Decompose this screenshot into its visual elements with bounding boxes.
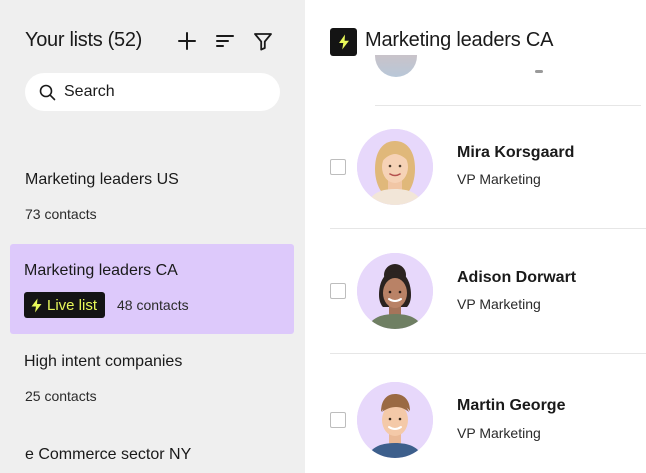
contact-row[interactable]: Martin George VP Marketing <box>305 354 646 473</box>
contact-checkbox[interactable] <box>330 283 346 299</box>
list-detail-panel: Marketing leaders CA Mira Korsgaard VP M… <box>305 0 646 473</box>
list-item[interactable]: e Commerce sector NY <box>10 427 294 473</box>
search-icon <box>39 84 56 101</box>
lightning-icon <box>330 28 357 56</box>
page-title: Marketing leaders CA <box>365 29 554 51</box>
lists-sidebar: Your lists (52) Marketing leaders US 73 … <box>0 0 305 473</box>
list-item[interactable]: Marketing leaders US 73 contacts <box>10 153 294 243</box>
contact-row[interactable]: Mira Korsgaard VP Marketing <box>305 105 646 229</box>
search-input[interactable] <box>64 73 264 111</box>
contact-title: VP Marketing <box>457 425 541 441</box>
list-item-active[interactable]: Marketing leaders CA Live list 48 contac… <box>10 244 294 334</box>
contact-name: Mira Korsgaard <box>457 144 575 161</box>
contact-checkbox[interactable] <box>330 159 346 175</box>
list-name: e Commerce sector NY <box>25 446 192 463</box>
list-count: 48 contacts <box>117 297 189 313</box>
contact-name: Martin George <box>457 397 566 414</box>
lists-title: Your lists (52) <box>25 29 143 51</box>
search-box[interactable] <box>25 73 280 111</box>
list-name: High intent companies <box>24 353 183 370</box>
avatar <box>375 55 417 77</box>
lightning-icon <box>31 298 42 312</box>
list-item[interactable]: High intent companies 25 contacts <box>10 335 294 425</box>
avatar <box>357 253 433 329</box>
avatar <box>357 382 433 458</box>
avatar <box>357 129 433 205</box>
list-name: Marketing leaders CA <box>24 262 178 279</box>
filter-icon[interactable] <box>252 30 274 52</box>
live-list-label: Live list <box>47 296 98 314</box>
list-count: 25 contacts <box>25 388 97 404</box>
list-name: Marketing leaders US <box>25 171 179 188</box>
contact-title: VP Marketing <box>457 296 541 312</box>
contact-title: VP Marketing <box>457 171 541 187</box>
partial-row-text <box>535 70 543 73</box>
sort-icon[interactable] <box>214 30 236 52</box>
live-list-badge: Live list <box>24 292 106 318</box>
contact-checkbox[interactable] <box>330 412 346 428</box>
list-count: 73 contacts <box>25 206 97 222</box>
plus-icon[interactable] <box>176 30 198 52</box>
contact-name: Adison Dorwart <box>457 269 577 286</box>
contact-row[interactable]: Adison Dorwart VP Marketing <box>305 229 646 353</box>
